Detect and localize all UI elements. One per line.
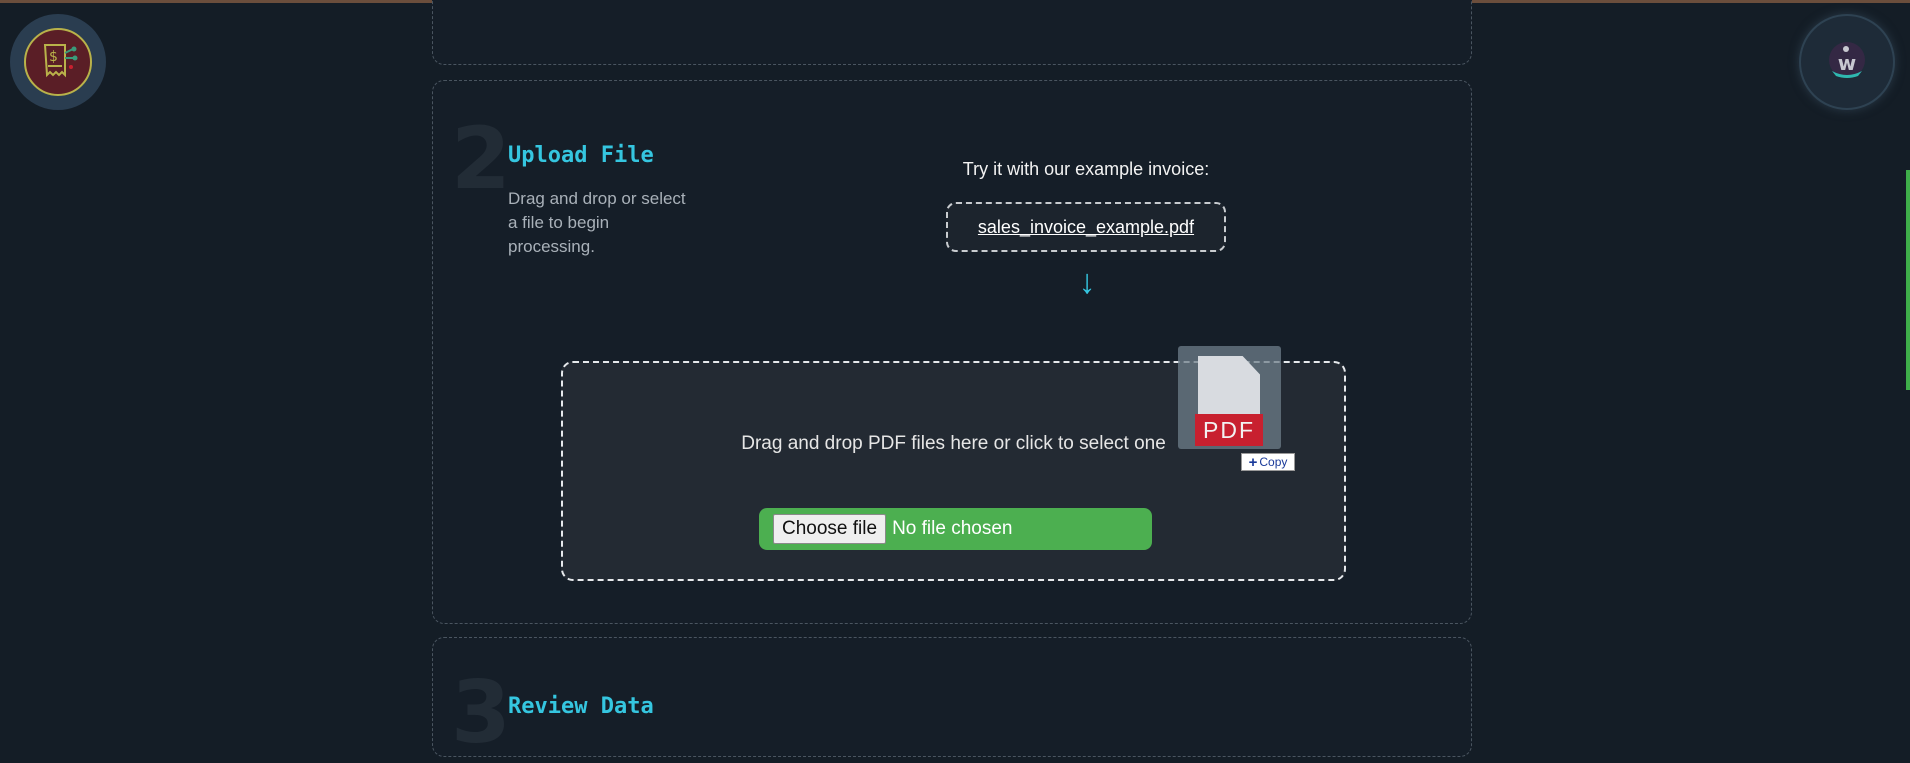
step-number: 2 xyxy=(451,109,511,209)
brand-logo[interactable]: w xyxy=(1799,14,1895,110)
step-2-card: 2 Upload File Drag and drop or select a … xyxy=(432,80,1472,624)
step-description: Drag and drop or select a file to begin … xyxy=(508,189,686,256)
svg-text:$: $ xyxy=(49,49,58,65)
arrow-down-icon: ↓ xyxy=(1078,263,1096,301)
drag-copy-tooltip: + Copy xyxy=(1241,453,1295,471)
step-3-card: 3 Review Data xyxy=(432,637,1472,757)
file-input[interactable]: Choose file No file chosen xyxy=(759,508,1152,550)
plus-icon: + xyxy=(1248,453,1258,471)
scrollbar-indicator[interactable] xyxy=(1906,170,1910,390)
choose-file-button[interactable]: Choose file xyxy=(773,514,887,544)
copy-label: Copy xyxy=(1259,455,1288,469)
app-logo[interactable]: $ xyxy=(10,14,106,110)
step-title: Upload File xyxy=(508,143,654,168)
pdf-badge: PDF xyxy=(1195,414,1263,446)
receipt-dollar-icon: $ xyxy=(24,28,92,96)
svg-text:w: w xyxy=(1838,51,1856,75)
file-status: No file chosen xyxy=(892,518,1013,539)
step-number: 3 xyxy=(451,663,511,763)
example-invoice-link[interactable]: sales_invoice_example.pdf xyxy=(946,202,1226,252)
example-invoice-label: Try it with our example invoice: xyxy=(962,159,1210,179)
step-title: Review Data xyxy=(508,694,654,719)
w-splash-icon: w xyxy=(1829,42,1865,78)
step-1-card xyxy=(432,0,1472,65)
dragged-pdf-icon: PDF xyxy=(1178,346,1281,449)
